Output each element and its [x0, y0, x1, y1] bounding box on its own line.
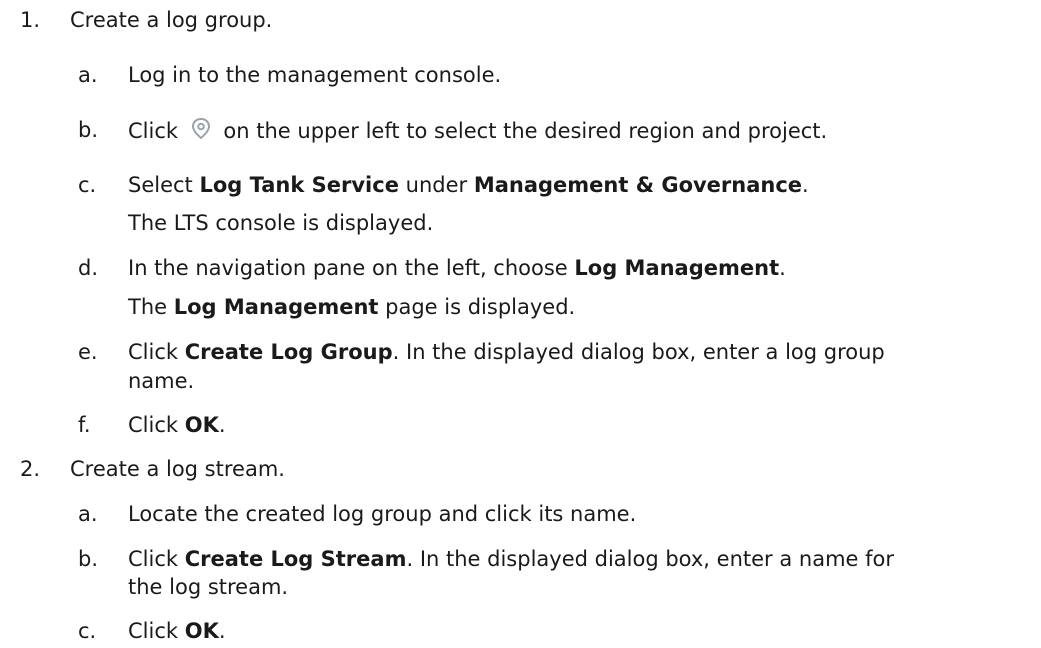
step-number: 1.	[20, 8, 41, 32]
substep-continuation: name.	[128, 369, 195, 393]
substep-text: In the navigation pane on the left, choo…	[128, 256, 786, 280]
substep-letter: b.	[78, 547, 99, 571]
substep-note: The Log Management page is displayed.	[128, 295, 576, 319]
substep-text: Click OK.	[128, 619, 226, 643]
substep-text: Click Create Log Group. In the displayed…	[128, 340, 885, 364]
substep-text: Click on the upper left to select the de…	[128, 116, 827, 145]
substep-letter: c.	[78, 173, 97, 197]
substep-letter: c.	[78, 619, 97, 643]
substep-continuation: the log stream.	[128, 575, 289, 599]
step-title: Create a log stream.	[70, 457, 285, 481]
substep-letter: e.	[78, 340, 98, 364]
substep-letter: f.	[78, 413, 91, 437]
substep-letter: a.	[78, 63, 98, 87]
substep-text: Locate the created log group and click i…	[128, 502, 637, 526]
substep-text: Click Create Log Stream. In the displaye…	[128, 547, 895, 571]
substep-note: The LTS console is displayed.	[128, 211, 434, 235]
substep-letter: b.	[78, 118, 99, 142]
substep-text: Click OK.	[128, 413, 226, 437]
substep-text: Log in to the management console.	[128, 63, 502, 87]
location-pin-icon	[189, 116, 213, 144]
step-number: 2.	[20, 457, 41, 481]
document-page: { "steps": [ { "number": "1.", "title": …	[0, 0, 1041, 648]
substep-text: Select Log Tank Service under Management…	[128, 173, 809, 197]
substep-letter: d.	[78, 256, 99, 280]
substep-letter: a.	[78, 502, 98, 526]
step-title: Create a log group.	[70, 8, 273, 32]
